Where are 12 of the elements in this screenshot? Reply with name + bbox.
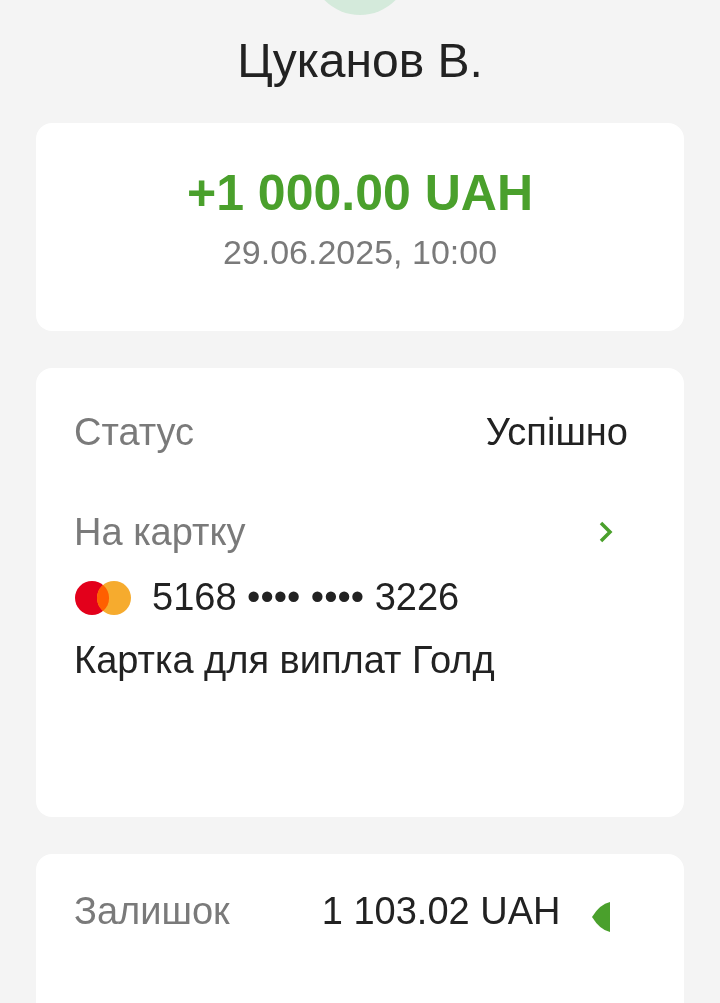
card-name: Картка для виплат Голд	[74, 638, 496, 683]
card-brand-icon	[74, 579, 132, 616]
card-number: 5168 •••• •••• 3226	[152, 576, 460, 619]
destination-label: На картку	[74, 510, 246, 554]
balance-value: 1 103.02 UAH	[321, 890, 561, 933]
balance-label: Залишок	[74, 890, 230, 933]
status-value: Успішно	[485, 410, 628, 454]
chevron-right-icon[interactable]	[598, 520, 614, 544]
transfer-date: 29.06.2025, 10:00	[222, 233, 498, 272]
recipient-name: Цуканов В.	[237, 33, 483, 89]
status-label: Статус	[74, 410, 195, 454]
transfer-amount: +1 000.00 UAH	[186, 164, 533, 223]
